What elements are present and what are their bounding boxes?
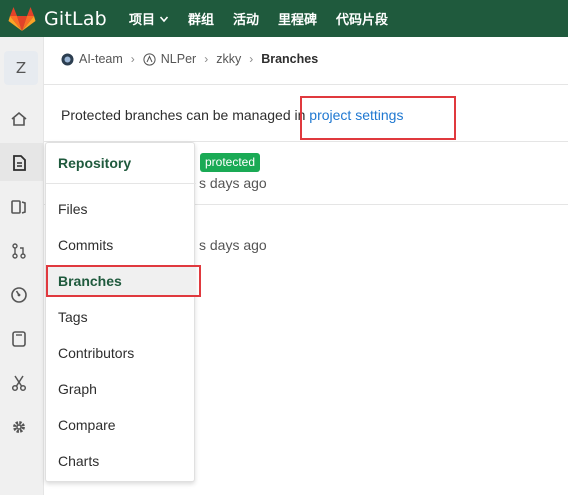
breadcrumb-group-label: AI-team [79, 52, 123, 66]
breadcrumb-project-label: zkky [216, 52, 242, 66]
brand-name[interactable]: GitLab [44, 8, 107, 30]
breadcrumb-project[interactable]: zkky [216, 52, 241, 66]
merge-request-icon[interactable] [10, 242, 28, 260]
nav-snippets-label: 代码片段 [336, 12, 389, 27]
flyout-item-graph[interactable]: Graph [46, 374, 196, 404]
nav-projects-label: 项目 [128, 12, 155, 27]
flyout-item-contributors[interactable]: Contributors [46, 338, 196, 368]
issues-icon[interactable] [10, 198, 28, 216]
branch-2-updated: s days ago [199, 237, 267, 253]
flyout-item-commits[interactable]: Commits [46, 230, 196, 260]
breadcrumb-subgroup[interactable]: NLPer [143, 52, 196, 66]
nav-milestones[interactable]: 里程碑 [278, 9, 317, 28]
breadcrumb-separator: › [130, 52, 135, 66]
nav-activity-label: 活动 [232, 12, 259, 27]
info-text: Protected branches can be managed in [61, 107, 310, 123]
repository-flyout-menu: Repository Files Commits Branches Tags C… [45, 142, 196, 482]
breadcrumb: AI-team › NLPer › zkky › Branches [61, 52, 318, 66]
highlight-box-settings [300, 96, 456, 140]
nav-activity[interactable]: 活动 [233, 9, 259, 28]
ci-gauge-icon[interactable] [10, 286, 28, 304]
brand[interactable]: GitLab [8, 6, 107, 32]
subgroup-avatar-icon [143, 52, 156, 66]
nav-groups-label: 群组 [187, 12, 214, 27]
breadcrumb-separator: › [204, 52, 209, 66]
repository-doc-icon[interactable] [10, 154, 28, 172]
flyout-item-files[interactable]: Files [46, 194, 196, 224]
flyout-item-charts[interactable]: Charts [46, 446, 196, 476]
chevron-down-icon [159, 15, 169, 22]
flyout-divider [46, 183, 196, 184]
breadcrumb-current[interactable]: Branches [261, 52, 318, 66]
project-sidebar: Z [0, 37, 44, 495]
breadcrumb-group[interactable]: AI-team [61, 52, 123, 66]
home-icon[interactable] [10, 110, 28, 128]
project-avatar[interactable]: Z [4, 51, 38, 85]
nav-groups[interactable]: 群组 [188, 9, 214, 28]
breadcrumb-divider [44, 84, 568, 85]
snippets-scissors-icon[interactable] [10, 374, 28, 392]
flyout-item-tags[interactable]: Tags [46, 302, 196, 332]
breadcrumb-separator: › [249, 52, 254, 66]
nav-projects[interactable]: 项目 [129, 9, 169, 28]
wiki-book-icon[interactable] [10, 330, 28, 348]
flyout-item-compare[interactable]: Compare [46, 410, 196, 440]
branch-1-updated: s days ago [199, 175, 267, 191]
flyout-title[interactable]: Repository [58, 155, 131, 171]
gitlab-logo-icon[interactable] [8, 6, 36, 32]
breadcrumb-subgroup-label: NLPer [160, 52, 197, 66]
protected-badge: protected [200, 153, 261, 172]
settings-gear-icon[interactable] [10, 418, 28, 436]
top-navbar: GitLab 项目 群组 活动 里程碑 代码片段 [0, 0, 568, 37]
group-avatar-icon [61, 53, 74, 65]
nav-snippets[interactable]: 代码片段 [336, 9, 388, 28]
nav-milestones-label: 里程碑 [278, 12, 318, 27]
highlight-box-branches [46, 265, 201, 297]
